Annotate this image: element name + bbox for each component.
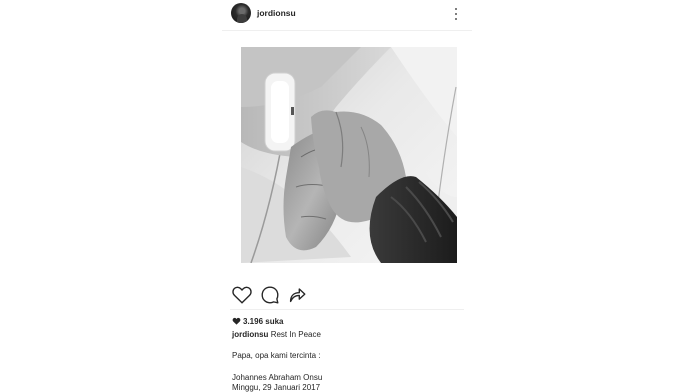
actions-divider: [230, 309, 464, 310]
more-vertical-icon[interactable]: [450, 6, 462, 22]
likes-text: 3.196 suka: [243, 317, 284, 326]
caption-author[interactable]: jordionsu: [232, 330, 268, 339]
heart-outline-icon[interactable]: [231, 284, 253, 306]
avatar[interactable]: [231, 3, 251, 23]
heart-filled-icon: [232, 317, 241, 325]
caption: jordionsu Rest In Peace: [232, 330, 321, 339]
post-photo[interactable]: [241, 47, 457, 263]
caption-text: Rest In Peace: [270, 330, 321, 339]
hands-photo: [241, 47, 457, 263]
post-header: jordionsu: [222, 0, 472, 31]
comment-bubble-icon[interactable]: [259, 284, 281, 306]
likes-count[interactable]: 3.196 suka: [232, 317, 283, 326]
caption-line-3: Minggu, 29 Januari 2017: [232, 383, 321, 392]
instagram-post: jordionsu 3.196 suka jordionsu Rest In P…: [222, 0, 472, 392]
caption-line-1: Papa, opa kami tercinta :: [232, 351, 321, 360]
post-username[interactable]: jordionsu: [257, 8, 296, 18]
post-actions: [222, 284, 472, 308]
share-arrow-icon[interactable]: [286, 284, 308, 306]
caption-line-2: Johannes Abraham Onsu: [232, 373, 323, 382]
